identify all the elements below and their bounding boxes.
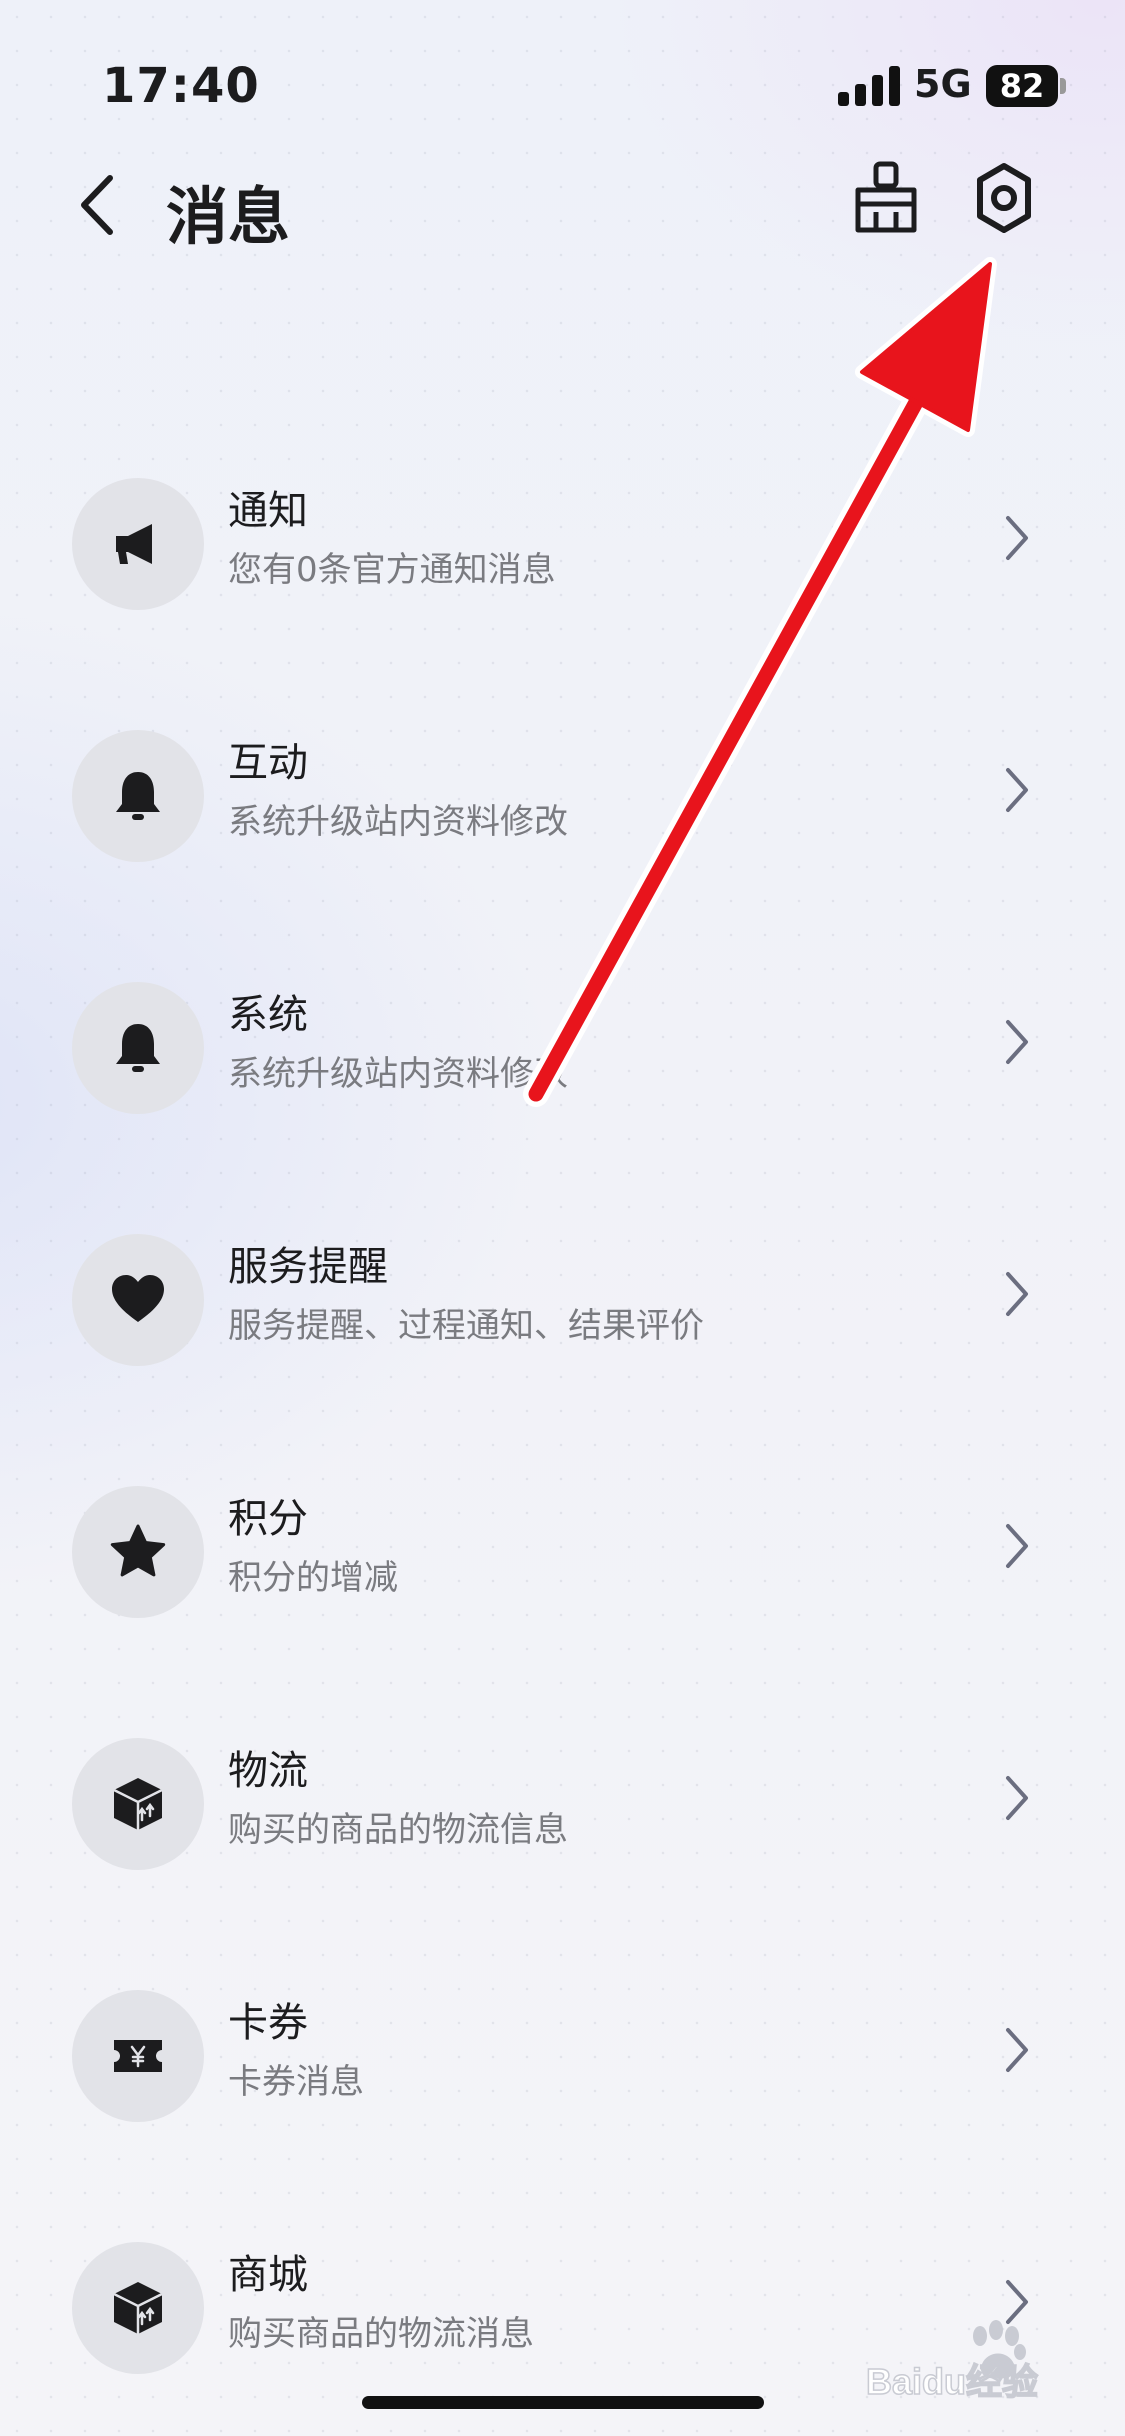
svg-text:Baidu经验: Baidu经验 [866,2361,1038,2402]
item-subtitle: 系统升级站内资料修改 [228,1054,568,1094]
item-subtitle: 系统升级站内资料修改 [228,802,568,842]
chevron-left-icon[interactable] [70,170,130,240]
item-avatar [72,1486,204,1618]
item-subtitle: 购买商品的物流消息 [228,2314,534,2354]
battery-tip [1060,78,1066,94]
item-avatar [72,730,204,862]
item-avatar [72,1738,204,1870]
package-icon [113,2282,163,2334]
page-title: 消息 [166,180,291,253]
chevron-right-icon [1006,1020,1028,1064]
package-icon [113,1778,163,1830]
list-item-points[interactable]: 积分 积分的增减 [0,1478,1125,1618]
network-type: 5G [914,62,972,106]
heart-icon [112,1275,164,1322]
item-title: 积分 [228,1496,308,1542]
item-title: 服务提醒 [228,1244,388,1290]
home-indicator[interactable] [362,2396,764,2409]
item-avatar [72,1990,204,2122]
list-item-notice[interactable]: 通知 您有0条官方通知消息 [0,470,1125,610]
megaphone-icon [116,524,152,564]
chevron-right-icon [1006,1524,1028,1568]
bell-icon [116,1024,160,1072]
coupon-icon [114,2040,162,2072]
item-title: 卡券 [228,2000,308,2046]
chevron-right-icon [1006,1776,1028,1820]
item-subtitle: 服务提醒、过程通知、结果评价 [228,1306,704,1346]
chevron-right-icon [1006,768,1028,812]
chevron-right-icon [1006,2028,1028,2072]
battery-icon: 82 [986,65,1058,107]
item-avatar [72,478,204,610]
item-title: 通知 [228,488,308,534]
chevron-right-icon [1006,1272,1028,1316]
item-subtitle: 购买的商品的物流信息 [228,1810,568,1850]
list-item-logistics[interactable]: 物流 购买的商品的物流信息 [0,1730,1125,1870]
star-icon [110,1524,166,1577]
status-time: 17:40 [102,58,260,114]
item-subtitle: 卡券消息 [228,2062,364,2102]
item-avatar [72,1234,204,1366]
item-avatar [72,2242,204,2374]
gear-icon[interactable] [966,160,1042,236]
item-subtitle: 您有0条官方通知消息 [228,550,556,590]
status-bar: 17:40 5G 82 [0,0,1125,150]
item-avatar [72,982,204,1114]
item-subtitle: 积分的增减 [228,1558,398,1598]
list-item-interaction[interactable]: 互动 系统升级站内资料修改 [0,722,1125,862]
broom-icon[interactable] [850,160,922,236]
list-item-coupons[interactable]: 卡券 卡券消息 [0,1982,1125,2122]
baidu-watermark-logo: Baidu经验 [862,2320,1072,2410]
item-title: 物流 [228,1748,308,1794]
list-item-system[interactable]: 系统 系统升级站内资料修改 [0,974,1125,1114]
list-item-service-reminder[interactable]: 服务提醒 服务提醒、过程通知、结果评价 [0,1226,1125,1366]
item-title: 系统 [228,992,308,1038]
item-title: 商城 [228,2252,308,2298]
signal-icon [838,66,900,106]
item-title: 互动 [228,740,308,786]
chevron-right-icon [1006,516,1028,560]
bell-icon [116,772,160,820]
